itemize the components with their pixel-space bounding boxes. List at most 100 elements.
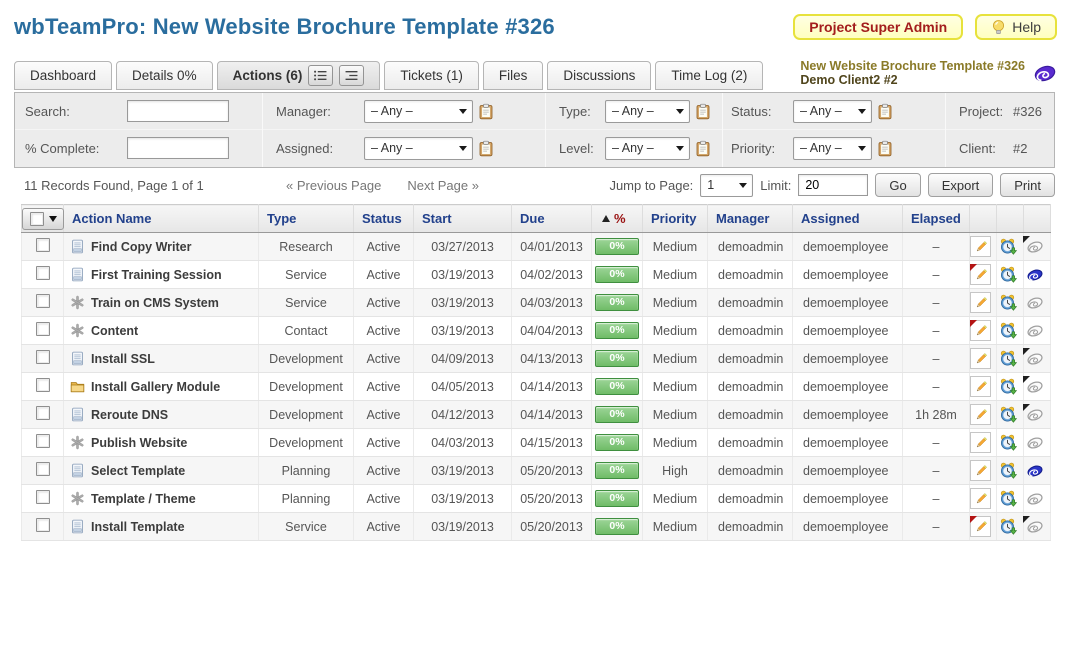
type-clipboard-icon[interactable] [696, 103, 710, 120]
action-name-link[interactable]: Template / Theme [91, 492, 196, 506]
limit-input[interactable] [798, 174, 868, 196]
row-checkbox[interactable] [36, 434, 50, 448]
percent-complete-input[interactable] [127, 137, 229, 159]
manager-select[interactable]: – Any – [364, 100, 473, 123]
view-action-button[interactable] [1024, 349, 1045, 368]
status-clipboard-icon[interactable] [878, 103, 892, 120]
row-checkbox[interactable] [36, 462, 50, 476]
edit-action-button[interactable] [970, 236, 991, 257]
status-select[interactable]: – Any – [793, 100, 872, 123]
col-manager[interactable]: Manager [708, 211, 769, 226]
col-start[interactable]: Start [414, 211, 452, 226]
view-action-button[interactable] [1024, 433, 1045, 452]
go-button[interactable]: Go [875, 173, 920, 197]
row-checkbox[interactable] [36, 518, 50, 532]
log-time-button[interactable] [997, 461, 1018, 480]
select-all-checkbox[interactable] [30, 212, 44, 226]
edit-action-button[interactable] [970, 460, 991, 481]
level-select[interactable]: – Any – [605, 137, 690, 160]
type-select[interactable]: – Any – [605, 100, 690, 123]
col-elapsed[interactable]: Elapsed [903, 211, 961, 226]
edit-action-button[interactable] [970, 376, 991, 397]
view-action-button[interactable] [1024, 461, 1045, 480]
edit-action-button[interactable] [970, 320, 991, 341]
row-checkbox[interactable] [36, 378, 50, 392]
col-due[interactable]: Due [512, 211, 545, 226]
row-checkbox[interactable] [36, 406, 50, 420]
tab-discussions[interactable]: Discussions [547, 61, 651, 90]
assigned-select[interactable]: – Any – [364, 137, 473, 160]
edit-action-button[interactable] [970, 432, 991, 453]
log-time-button[interactable] [997, 293, 1018, 312]
view-action-button[interactable] [1024, 237, 1045, 256]
edit-action-button[interactable] [970, 516, 991, 537]
action-name-link[interactable]: Reroute DNS [91, 408, 168, 422]
log-time-button[interactable] [997, 517, 1018, 536]
print-button[interactable]: Print [1000, 173, 1055, 197]
view-action-button[interactable] [1024, 293, 1045, 312]
priority-select[interactable]: – Any – [793, 137, 872, 160]
level-clipboard-icon[interactable] [696, 140, 710, 157]
tab-files[interactable]: Files [483, 61, 544, 90]
row-checkbox[interactable] [36, 350, 50, 364]
edit-action-button[interactable] [970, 404, 991, 425]
select-all-button[interactable] [22, 208, 64, 230]
col-status[interactable]: Status [354, 211, 402, 226]
action-name-link[interactable]: Publish Website [91, 436, 187, 450]
search-input[interactable] [127, 100, 229, 122]
row-checkbox[interactable] [36, 238, 50, 252]
tab-actions[interactable]: Actions (6) [217, 61, 381, 90]
row-checkbox[interactable] [36, 266, 50, 280]
project-spiral-icon[interactable] [1033, 64, 1057, 83]
previous-page-link[interactable]: « Previous Page [286, 178, 381, 193]
edit-action-button[interactable] [970, 264, 991, 285]
action-name-link[interactable]: Install SSL [91, 352, 155, 366]
log-time-button[interactable] [997, 433, 1018, 452]
view-action-button[interactable] [1024, 517, 1045, 536]
assigned-clipboard-icon[interactable] [479, 140, 493, 157]
help-button[interactable]: Help [975, 14, 1057, 40]
col-assigned[interactable]: Assigned [793, 211, 860, 226]
jump-to-page-select[interactable]: 1 [700, 174, 753, 197]
tab-dashboard[interactable]: Dashboard [14, 61, 112, 90]
view-action-button[interactable] [1024, 405, 1045, 424]
action-name-link[interactable]: Find Copy Writer [91, 240, 191, 254]
tab-timelog[interactable]: Time Log (2) [655, 61, 763, 90]
row-checkbox[interactable] [36, 322, 50, 336]
detail-view-toggle-icon[interactable] [339, 65, 364, 86]
log-time-button[interactable] [997, 377, 1018, 396]
log-time-button[interactable] [997, 349, 1018, 368]
view-action-button[interactable] [1024, 377, 1045, 396]
log-time-button[interactable] [997, 405, 1018, 424]
action-name-link[interactable]: Train on CMS System [91, 296, 219, 310]
edit-action-button[interactable] [970, 292, 991, 313]
col-action-name[interactable]: Action Name [64, 211, 151, 226]
view-action-button[interactable] [1024, 265, 1045, 284]
tab-tickets[interactable]: Tickets (1) [384, 61, 479, 90]
view-action-button[interactable] [1024, 321, 1045, 340]
edit-action-button[interactable] [970, 348, 991, 369]
project-super-admin-button[interactable]: Project Super Admin [793, 14, 963, 40]
action-name-link[interactable]: Install Template [91, 520, 185, 534]
list-view-toggle-icon[interactable] [308, 65, 333, 86]
row-checkbox[interactable] [36, 294, 50, 308]
row-checkbox[interactable] [36, 490, 50, 504]
priority-clipboard-icon[interactable] [878, 140, 892, 157]
view-action-button[interactable] [1024, 489, 1045, 508]
tab-details[interactable]: Details 0% [116, 61, 213, 90]
action-name-link[interactable]: Install Gallery Module [91, 380, 220, 394]
col-priority[interactable]: Priority [643, 211, 697, 226]
log-time-button[interactable] [997, 321, 1018, 340]
log-time-button[interactable] [997, 265, 1018, 284]
col-type[interactable]: Type [259, 211, 296, 226]
col-percent[interactable]: % [614, 211, 626, 226]
action-name-link[interactable]: Select Template [91, 464, 185, 478]
log-time-button[interactable] [997, 237, 1018, 256]
manager-clipboard-icon[interactable] [479, 103, 493, 120]
next-page-link[interactable]: Next Page » [407, 178, 479, 193]
action-name-link[interactable]: First Training Session [91, 268, 222, 282]
export-button[interactable]: Export [928, 173, 994, 197]
edit-action-button[interactable] [970, 488, 991, 509]
action-name-link[interactable]: Content [91, 324, 138, 338]
log-time-button[interactable] [997, 489, 1018, 508]
